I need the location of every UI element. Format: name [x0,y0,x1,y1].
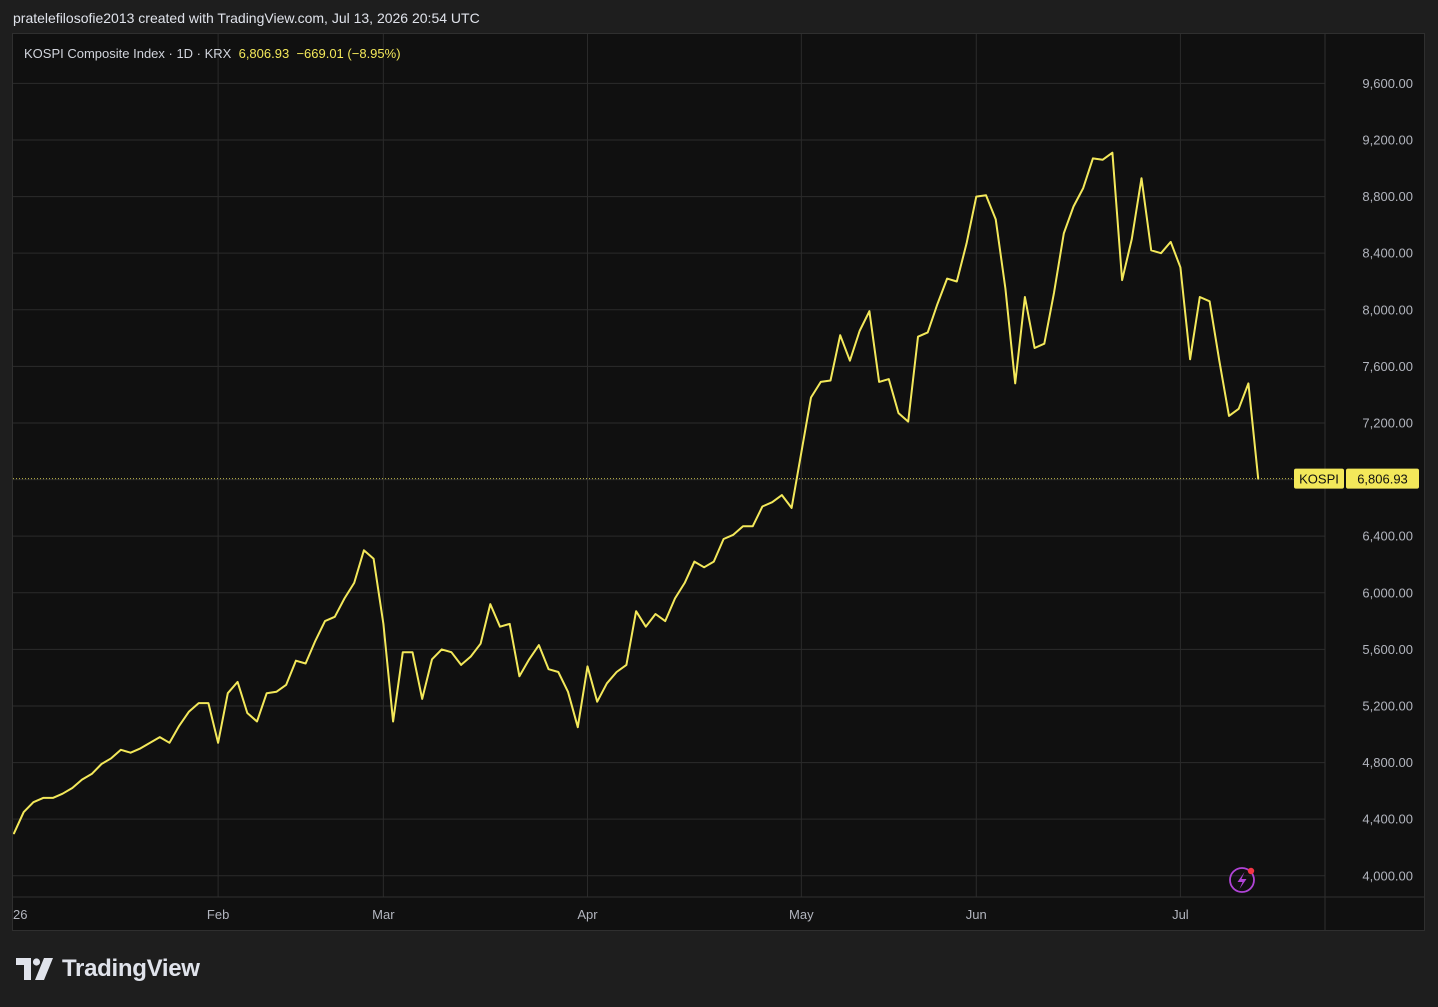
chart-frame[interactable]: 4,000.00 4,400.00 4,800.00 5,200.00 5,600.00… [12,33,1425,931]
x-tick-label: Feb [207,907,229,922]
tradingview-logo-icon [16,958,53,980]
price-label-text: 6,806.93 [1357,472,1408,487]
ticker-label-text: KOSPI [1299,472,1339,487]
x-tick-label: Jul [1172,907,1189,922]
y-tick-label: 5,600.00 [1362,642,1413,657]
y-tick-label: 9,600.00 [1362,76,1413,91]
series-layer [13,151,1325,835]
y-tick-label: 6,400.00 [1362,529,1413,544]
last-price-label: KOSPI 6,806.93 [1294,468,1419,489]
chart-attribution: pratelefilosofie2013 created with Tradin… [13,10,480,26]
legend-change-pct: (−8.95%) [347,46,401,61]
y-tick-label: 4,800.00 [1362,755,1413,770]
legend-symbol: KOSPI Composite Index · 1D · KRX [24,46,232,61]
chart-legend: KOSPI Composite Index · 1D · KRX 6,806.9… [24,46,401,61]
kospi-price-line [13,151,1260,835]
price-chart[interactable]: 4,000.00 4,400.00 4,800.00 5,200.00 5,600.00… [13,34,1424,930]
y-tick-label: 9,200.00 [1362,132,1413,147]
y-tick-label: 4,400.00 [1362,812,1413,827]
tradingview-logo-text: TradingView [62,955,200,982]
y-tick-label: 8,000.00 [1362,302,1413,317]
y-tick-label: 7,600.00 [1362,359,1413,374]
tradingview-logo[interactable]: TradingView [16,955,200,983]
x-tick-label: Mar [372,907,395,922]
x-tick-label: Apr [577,907,598,922]
axis-labels: 4,000.00 4,400.00 4,800.00 5,200.00 5,600.00… [13,76,1413,922]
y-tick-label: 4,000.00 [1362,868,1413,883]
y-tick-label: 7,200.00 [1362,415,1413,430]
y-tick-label: 5,200.00 [1362,698,1413,713]
alert-dot [1247,867,1255,875]
legend-change: −669.01 [296,46,344,61]
x-tick-label: Jun [966,907,987,922]
x-tick-label: May [789,907,814,922]
grid-lines [13,34,1424,930]
alert-bolt-icon[interactable] [1229,867,1255,893]
bolt-shape [1237,872,1247,889]
y-tick-label: 6,000.00 [1362,585,1413,600]
x-tick-label: 26 [13,907,27,922]
y-tick-label: 8,800.00 [1362,189,1413,204]
y-tick-label: 8,400.00 [1362,246,1413,261]
legend-last-price: 6,806.93 [238,46,290,61]
